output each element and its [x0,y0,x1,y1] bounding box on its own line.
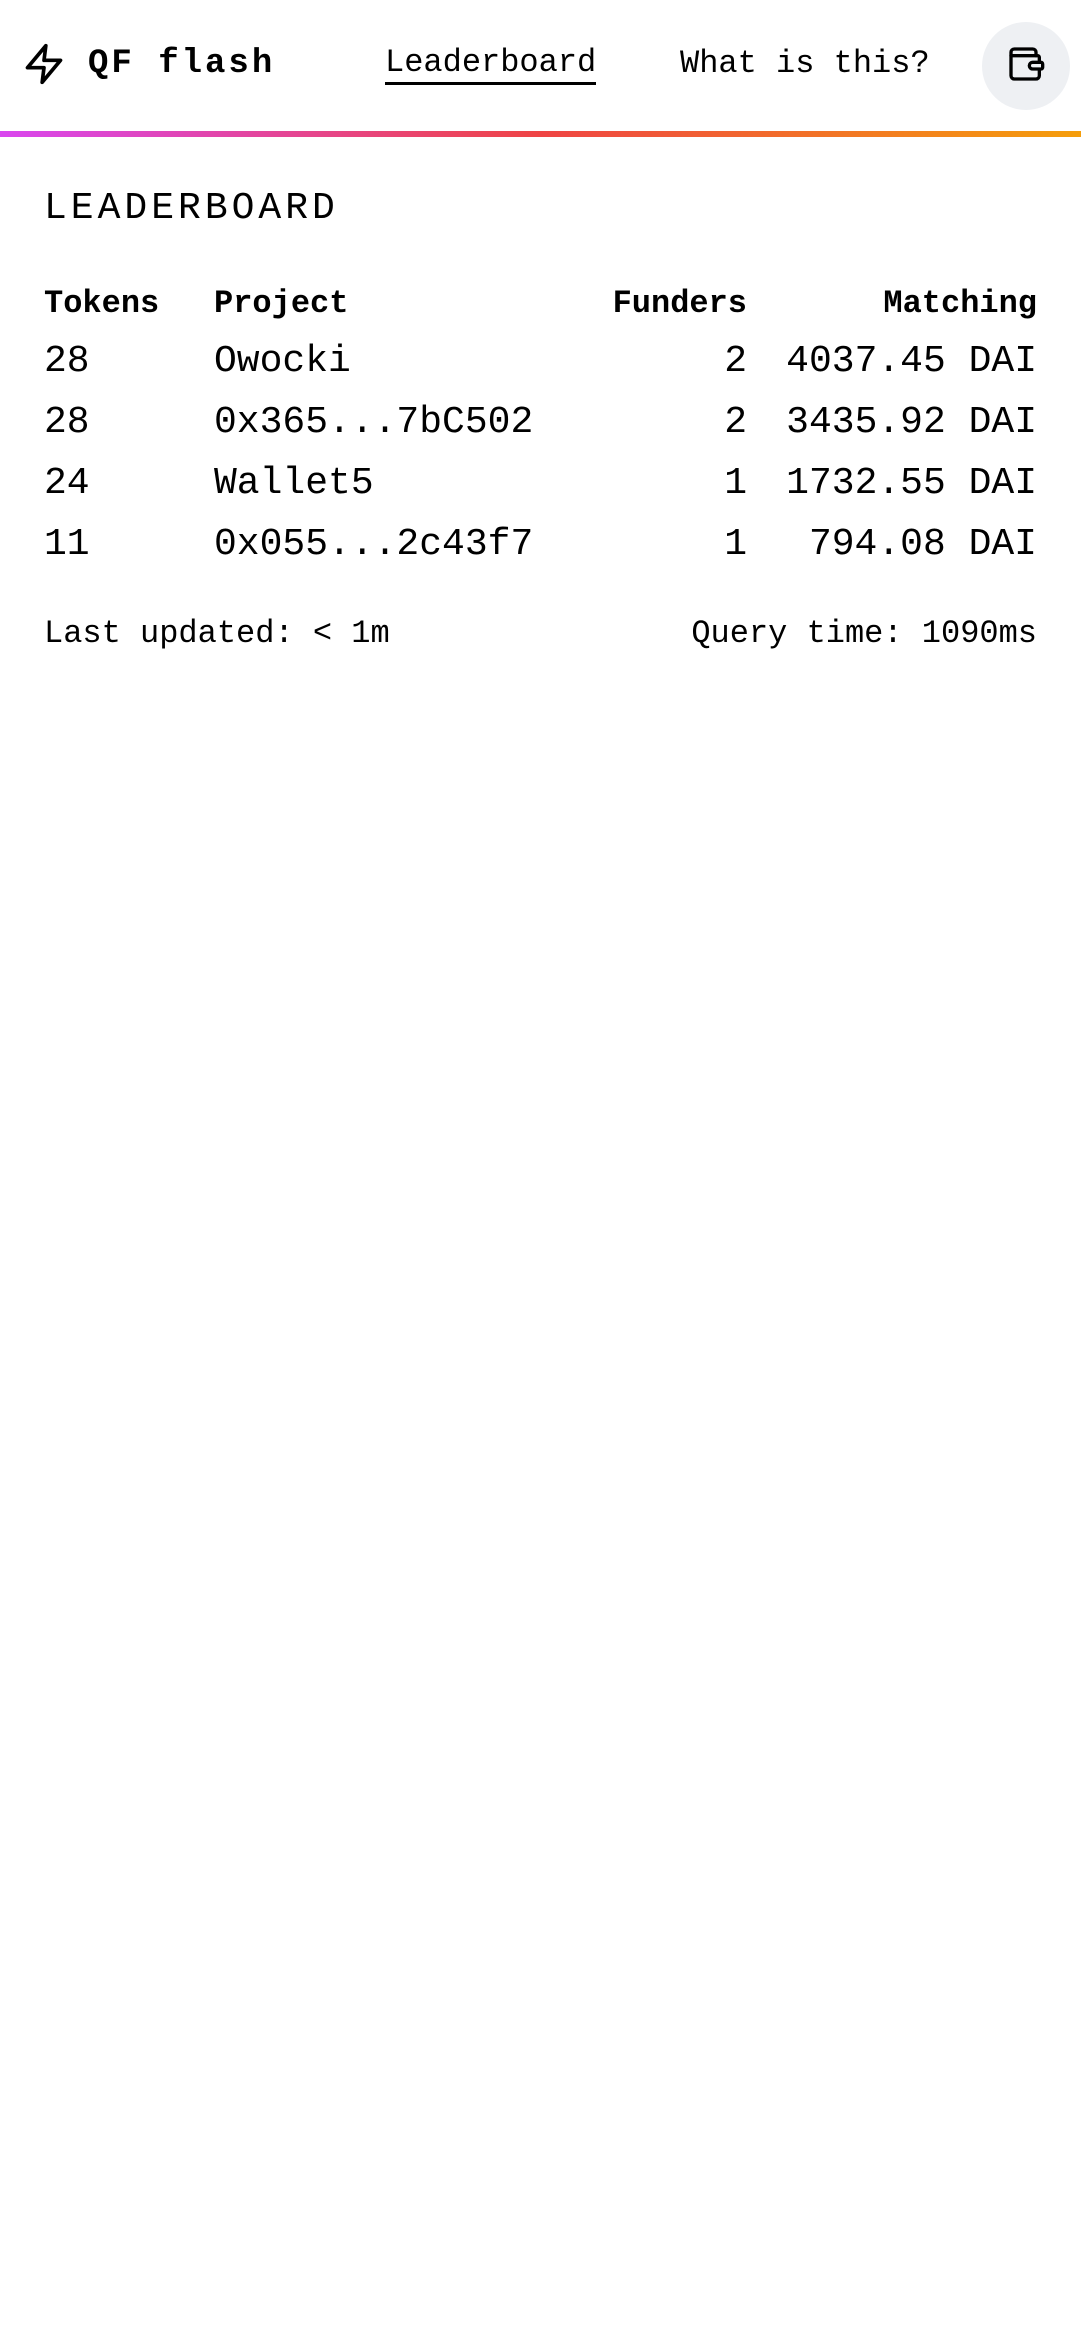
cell-matching: 3435.92 DAI [786,401,1037,444]
page-title: LEADERBOARD [44,187,339,230]
cell-tokens: 24 [44,462,90,505]
app-name: QF flash [88,45,276,83]
leaderboard-table: Tokens Project Funders Matching 28 Owock… [44,280,1037,576]
cell-project: Wallet5 [214,462,374,505]
wallet-icon [1006,44,1046,89]
app-logo[interactable]: QF flash [22,42,275,86]
cell-project: 0x055...2c43f7 [214,523,534,566]
cell-matching: 794.08 DAI [808,523,1037,566]
leaderboard-table-header: Tokens Project Funders Matching [44,280,1037,332]
cell-funders: 1 [724,523,747,566]
leaderboard-table-body: 28 Owocki 2 4037.45 DAI 28 0x365...7bC50… [44,332,1037,576]
last-updated-text: Last updated: < 1m [44,615,390,652]
lightning-bolt-icon [22,42,66,86]
table-row: 24 Wallet5 1 1732.55 DAI [44,454,1037,515]
column-header-matching: Matching [883,285,1037,322]
cell-funders: 1 [724,462,747,505]
table-row: 28 0x365...7bC502 2 3435.92 DAI [44,393,1037,454]
cell-tokens: 28 [44,340,90,383]
cell-project: Owocki [214,340,351,383]
cell-funders: 2 [724,340,747,383]
nav-what-is-this-link[interactable]: What is this? [680,44,930,84]
app-header: QF flash Leaderboard What is this? [0,0,1081,137]
cell-matching: 4037.45 DAI [786,340,1037,383]
cell-funders: 2 [724,401,747,444]
cell-matching: 1732.55 DAI [786,462,1037,505]
column-header-tokens: Tokens [44,285,160,322]
header-row: Tokens Project Funders Matching [44,280,1037,332]
table-row: 28 Owocki 2 4037.45 DAI [44,332,1037,393]
column-header-project: Project [214,285,349,322]
header-gradient-divider [0,131,1081,137]
table-row: 11 0x055...2c43f7 1 794.08 DAI [44,515,1037,576]
nav-leaderboard-link[interactable]: Leaderboard [385,44,597,85]
column-header-funders: Funders [612,285,747,322]
cell-tokens: 11 [44,523,90,566]
cell-tokens: 28 [44,401,90,444]
query-time-text: Query time: 1090ms [691,615,1037,652]
cell-project: 0x365...7bC502 [214,401,534,444]
wallet-button[interactable] [982,22,1070,110]
